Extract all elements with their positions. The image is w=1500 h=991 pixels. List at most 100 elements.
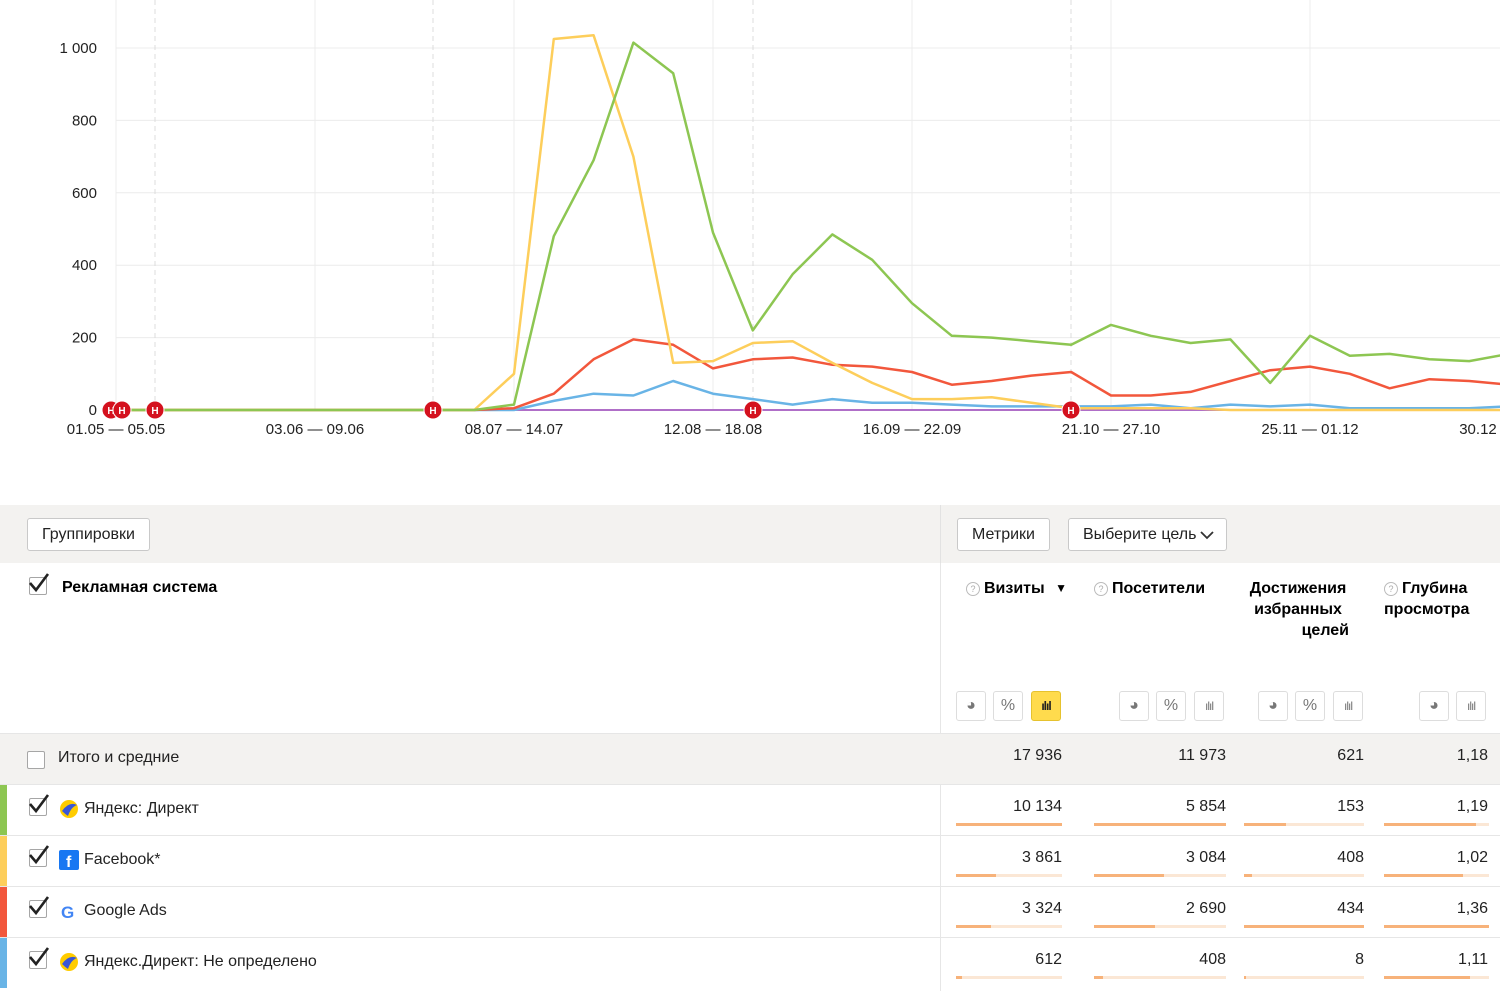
table-row[interactable]: f Facebook* 3 861 3 084 408 1,02 [0, 835, 1500, 886]
checkmark-icon [29, 947, 50, 967]
annotation-marker-label: Н [749, 406, 756, 417]
percent-icon: % [1000, 697, 1016, 714]
column-header-goals[interactable]: Достижения избранных целей [1238, 578, 1358, 641]
row-value: 3 861 [1021, 849, 1062, 866]
help-icon[interactable]: ? [1094, 582, 1108, 596]
row-checkbox[interactable] [29, 896, 50, 918]
checkmark-icon [29, 845, 50, 865]
row-checkbox[interactable] [29, 794, 50, 816]
totals-checkbox[interactable] [27, 751, 45, 769]
visits-bars-mode-button[interactable]: ılıl [1031, 691, 1061, 721]
table-row[interactable]: Яндекс: Директ 10 134 5 854 153 1,19 [0, 784, 1500, 835]
metrics-button[interactable]: Метрики [957, 518, 1050, 551]
bar-chart-icon: ılıl [1467, 699, 1476, 713]
y-tick-label: 600 [72, 185, 97, 202]
x-tick-label: 03.06 — 09.06 [266, 421, 364, 438]
series-color-bar [0, 785, 7, 835]
row-label[interactable]: Google Ads [84, 902, 167, 920]
x-tick-label: 25.11 — 01.12 [1261, 421, 1358, 438]
row-label[interactable]: Яндекс: Директ [84, 800, 199, 818]
totals-row: Итого и средние 17 936 11 973 621 1,18 [0, 733, 1500, 784]
row-checkbox[interactable] [29, 845, 50, 867]
row-label[interactable]: Яндекс.Директ: Не определено [84, 953, 317, 971]
percent-icon: % [1163, 697, 1179, 714]
select-all-checkbox[interactable] [29, 573, 50, 595]
row-value: 408 [1337, 849, 1364, 866]
value-share-bar [1384, 874, 1489, 877]
goal-select-label: Выберите цель [1083, 526, 1197, 543]
value-share-bar [1244, 925, 1364, 928]
groupings-button[interactable]: Группировки [27, 518, 150, 551]
percent-icon: % [1302, 697, 1318, 714]
totals-visitors: 11 973 [1178, 747, 1226, 764]
x-tick-label: 21.10 — 27.10 [1062, 421, 1160, 438]
column-header-visitors[interactable]: ? Посетители [1094, 578, 1205, 599]
bar-chart-icon: ılıl [1205, 699, 1214, 713]
checkmark-icon [29, 896, 50, 916]
table-row[interactable]: Яндекс.Директ: Не определено 612 408 8 1,11 [0, 937, 1500, 988]
chart-panel: 1 000 800 600 400 200 0 01.05 — 05.05 03.06 — 0… [0, 0, 1500, 505]
pie-chart-icon: ◕ [1268, 697, 1278, 714]
annotation-marker-label: Н [151, 406, 158, 417]
visits-pie-mode-button[interactable]: ◕ [956, 691, 986, 721]
series-color-bar [0, 938, 7, 988]
help-icon[interactable]: ? [966, 582, 980, 596]
pie-chart-icon: ◕ [1429, 697, 1439, 714]
row-checkbox[interactable] [29, 947, 50, 969]
value-share-bar [1244, 874, 1364, 877]
value-share-bar [1094, 976, 1226, 979]
visitors-pie-mode-button[interactable]: ◕ [1119, 691, 1149, 721]
facebook-icon: f [59, 850, 79, 870]
y-tick-label: 200 [72, 330, 97, 347]
column-header-depth[interactable]: ? Глубина просмотра [1384, 578, 1484, 620]
series-line [116, 41, 1500, 412]
value-share-bar [1384, 976, 1489, 979]
google-icon: G [61, 903, 74, 921]
x-tick-label: 01.05 — 05.05 [67, 421, 165, 438]
goal-select[interactable]: Выберите цель [1068, 518, 1228, 551]
y-tick-label: 0 [89, 402, 97, 419]
row-value: 1,11 [1458, 951, 1488, 968]
goals-percent-mode-button[interactable]: % [1295, 691, 1325, 721]
row-value: 3 324 [1021, 900, 1062, 917]
y-tick-label: 400 [72, 257, 97, 274]
value-share-bar [956, 874, 1062, 877]
pie-chart-icon: ◕ [1129, 697, 1139, 714]
visitors-percent-mode-button[interactable]: % [1156, 691, 1186, 721]
value-share-bar [1094, 823, 1226, 826]
yandex-direct-icon [60, 800, 78, 818]
column-header-visits[interactable]: ? Визиты ▼ [966, 578, 1067, 599]
table-row[interactable]: G Google Ads 3 324 2 690 434 1,36 [0, 886, 1500, 937]
y-tick-label: 1 000 [59, 40, 97, 57]
svg-text:G: G [61, 903, 74, 921]
x-tick-label: 30.12 [1459, 421, 1497, 438]
value-share-bar [1384, 823, 1489, 826]
series-line [116, 34, 1500, 412]
annotation-marker-label: Н [118, 406, 125, 417]
x-tick-label: 08.07 — 14.07 [465, 421, 563, 438]
visitors-bars-mode-button[interactable]: ılıl [1194, 691, 1224, 721]
row-value: 3 084 [1185, 849, 1226, 866]
value-share-bar [1244, 976, 1364, 979]
goals-bars-mode-button[interactable]: ılıl [1333, 691, 1363, 721]
totals-label: Итого и средние [58, 749, 180, 766]
row-value: 10 134 [1013, 798, 1062, 815]
series-color-bar [0, 887, 7, 937]
row-value: 5 854 [1185, 798, 1226, 815]
goals-pie-mode-button[interactable]: ◕ [1258, 691, 1288, 721]
help-icon[interactable]: ? [1384, 582, 1398, 596]
visits-percent-mode-button[interactable]: % [993, 691, 1023, 721]
x-tick-label: 16.09 — 22.09 [863, 421, 961, 438]
depth-pie-mode-button[interactable]: ◕ [1419, 691, 1449, 721]
row-value: 1,02 [1456, 849, 1488, 866]
annotation-marker-label: Н [429, 406, 436, 417]
depth-bars-mode-button[interactable]: ılıl [1456, 691, 1486, 721]
totals-goals: 621 [1337, 747, 1364, 764]
series-line [116, 379, 1500, 412]
sort-desc-icon: ▼ [1055, 581, 1068, 595]
row-label[interactable]: Facebook* [84, 851, 161, 869]
annotation-marker-label: Н [1067, 406, 1074, 417]
totals-depth: 1,18 [1456, 747, 1488, 764]
value-share-bar [956, 925, 1062, 928]
row-value: 612 [1035, 951, 1062, 968]
